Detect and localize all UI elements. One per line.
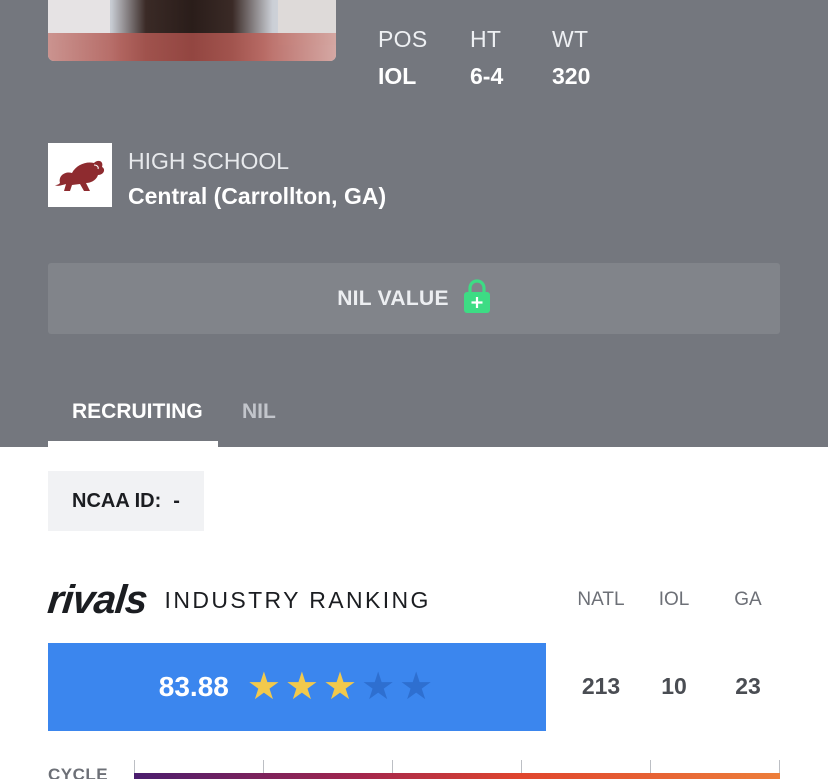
player-photo: [48, 0, 336, 61]
school-label: HIGH SCHOOL: [128, 148, 290, 174]
star-icon: ★: [399, 666, 434, 708]
star-icon: ★: [323, 666, 358, 708]
rank-natl[interactable]: 213: [561, 673, 641, 700]
stat-label: HT: [470, 26, 502, 52]
rivals-logo: rivals: [45, 577, 149, 622]
stat-label: POS: [378, 26, 428, 52]
ranking-header: rivals INDUSTRY RANKING: [45, 577, 431, 622]
lion-mascot-icon[interactable]: [48, 143, 112, 207]
rank-state[interactable]: 23: [708, 673, 788, 700]
star-rating: ★ ★ ★ ★ ★: [245, 668, 435, 706]
nil-value-button[interactable]: NIL VALUE: [48, 263, 780, 334]
rating-box: 83.88 ★ ★ ★ ★ ★: [48, 643, 546, 731]
rank-pos[interactable]: 10: [634, 673, 714, 700]
ncaa-id-value: -: [173, 489, 180, 512]
rating-value: 83.88: [158, 671, 229, 702]
cycle-tick: [650, 760, 651, 774]
ncaa-id-label: NCAA ID:: [72, 489, 162, 512]
stat-wt: WT 320: [552, 26, 590, 90]
star-icon: ★: [361, 666, 396, 708]
active-tab-indicator: [48, 441, 218, 447]
stat-value: 6-4: [470, 63, 504, 89]
ncaa-id-badge: NCAA ID: -: [48, 471, 204, 531]
ranking-title: INDUSTRY RANKING: [164, 586, 431, 613]
cycle-tick: [392, 760, 393, 774]
school-name[interactable]: Central (Carrollton, GA): [128, 183, 386, 210]
cycle-tick: [521, 760, 522, 774]
star-icon: ★: [284, 666, 319, 708]
stat-pos: POS IOL: [378, 26, 427, 90]
cycle-tick: [263, 760, 264, 774]
star-icon: ★: [246, 666, 281, 708]
cycle-gradient-bar: [134, 773, 780, 779]
tab-recruiting[interactable]: RECRUITING: [72, 400, 203, 424]
col-header-state: GA: [734, 589, 762, 610]
col-header-pos: IOL: [658, 589, 690, 610]
stat-label: WT: [552, 26, 589, 52]
nil-value-label: NIL VALUE: [337, 286, 449, 310]
profile-header: POS IOL HT 6-4 WT 320 HIGH SCHOOL Centra…: [0, 0, 828, 447]
stat-value: 320: [552, 63, 591, 89]
lock-plus-icon: [463, 278, 491, 319]
col-header-natl: NATL: [577, 589, 625, 610]
stat-ht: HT 6-4: [470, 26, 503, 90]
tab-nil[interactable]: NIL: [242, 400, 276, 424]
cycle-label: CYCLE: [48, 765, 109, 779]
stat-value: IOL: [378, 63, 417, 89]
cycle-tick: [779, 760, 780, 774]
